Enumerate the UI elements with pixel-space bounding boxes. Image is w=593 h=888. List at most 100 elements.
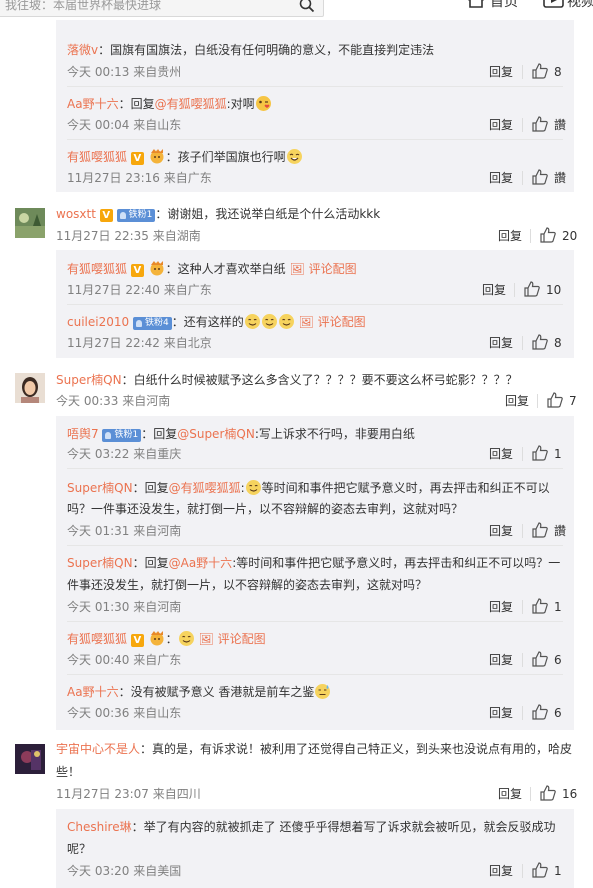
mention-link[interactable]: @Aa野十六 xyxy=(169,556,233,570)
smile-emoji-icon xyxy=(245,480,261,495)
avatar[interactable] xyxy=(15,373,45,403)
divider xyxy=(522,864,523,878)
reply-button[interactable]: 回复 xyxy=(482,282,506,298)
reply-text-line2: 吗？一件事还没发生，就打倒一片，以不容辩解的姿态去审判，这就对吗？ xyxy=(67,502,464,516)
like-count: 讚 xyxy=(554,524,567,538)
comment-image-label: 评论配图 xyxy=(217,632,266,646)
divider xyxy=(67,674,563,675)
like-count: 8 xyxy=(554,336,562,350)
username-link[interactable]: 有狐嘤狐狐 xyxy=(67,262,127,276)
username-link[interactable]: 落微v xyxy=(67,43,98,57)
username-link[interactable]: Aa野十六 xyxy=(67,97,119,111)
reply-button[interactable]: 回复 xyxy=(489,863,513,879)
like-count: 7 xyxy=(569,394,577,408)
reply-text: Aa野十六：没有被赋予意义 香港就是前车之鉴 xyxy=(67,683,331,700)
thumbs-up-icon xyxy=(547,392,563,408)
reply-button[interactable]: 回复 xyxy=(489,64,513,80)
username-link[interactable]: 唔舆7 xyxy=(67,427,99,441)
top-bar: 首页 视频 xyxy=(0,0,593,20)
divider xyxy=(522,171,523,185)
comment-image-link[interactable]: 🖼 评论配图 xyxy=(299,315,366,329)
thumbs-up-icon xyxy=(532,334,548,350)
divider xyxy=(522,118,523,132)
reply-content: ：孩子们举国旗也行啊 xyxy=(165,150,286,164)
like-count: 6 xyxy=(554,706,562,720)
fan-badge-icon xyxy=(150,631,164,646)
username-link[interactable]: Super楠QN xyxy=(67,556,133,570)
sweat-emoji-icon xyxy=(315,684,331,699)
timestamp: 今天 03:20 来自美国 xyxy=(67,864,182,878)
verified-badge-icon: V xyxy=(130,634,144,647)
like-count: 1 xyxy=(554,447,562,461)
reply-button[interactable]: 回复 xyxy=(489,335,513,351)
search-icon[interactable] xyxy=(299,0,315,13)
username-link[interactable]: Super楠QN xyxy=(56,373,122,387)
username-link[interactable]: 宇宙中心不是人 xyxy=(56,742,140,756)
divider xyxy=(67,545,563,546)
username-link[interactable]: Aa野十六 xyxy=(67,685,119,699)
comment-content: ：白纸什么时候被赋予这么多含义了？？？？要不要这么杯弓蛇影？？？？ xyxy=(121,373,518,387)
username-link[interactable]: 有狐嘤狐狐 xyxy=(67,150,127,164)
comment-image-link[interactable]: 🖼 评论配图 xyxy=(290,262,357,276)
comment-text-line2: 些！ xyxy=(56,765,81,779)
video-icon xyxy=(543,0,564,8)
username-link[interactable]: cuilei2010 xyxy=(67,315,129,329)
comment-text: Super楠QN：白纸什么时候被赋予这么多含义了？？？？要不要这么杯弓蛇影？？？… xyxy=(56,372,518,388)
reply-button[interactable]: 回复 xyxy=(489,446,513,462)
nav-home[interactable]: 首页 xyxy=(466,0,526,10)
reply-button[interactable]: 回复 xyxy=(505,393,529,409)
reply-text: 有狐嘤狐狐 V ： 🖼 评论配图 xyxy=(67,630,266,647)
divider xyxy=(514,283,515,297)
reply-button[interactable]: 回复 xyxy=(489,599,513,615)
reply-button[interactable]: 回复 xyxy=(489,117,513,133)
thumbs-up-icon xyxy=(540,227,556,243)
divider xyxy=(522,524,523,538)
home-icon xyxy=(468,0,484,8)
mention-link[interactable]: @有狐嘤狐狐 xyxy=(155,97,227,111)
timestamp: 今天 00:13 来自贵州 xyxy=(67,65,182,79)
username-link[interactable]: Cheshire琳 xyxy=(67,820,132,834)
reply-text-line2: 件事还没发生，就打倒一片，以不容辩解的姿态去审判，这就对吗？ xyxy=(67,578,428,592)
thumbs-up-icon xyxy=(532,522,548,538)
username-link[interactable]: wosxtt xyxy=(56,207,96,221)
fan-badge-icon xyxy=(150,149,164,164)
reply-panel: 有狐嘤狐狐 V ：这种人才喜欢举白纸 🖼 评论配图 11月27日 22:40 来… xyxy=(56,250,574,358)
reply-button[interactable]: 回复 xyxy=(489,523,513,539)
divider xyxy=(522,336,523,350)
nav-video[interactable]: 视频 xyxy=(543,0,593,10)
reply-text: Super楠QN：回复@有狐嘤狐狐: 等时间和事件把它赋予意义时，再去抨击和纠正不… xyxy=(67,479,550,496)
reply-content: ：举了有内容的就被抓走了 还傻乎乎得想着写了诉求就会被听见，就会反驳成功 xyxy=(131,820,556,834)
smile-emoji-icon xyxy=(278,314,294,329)
timestamp: 今天 00:40 来自广东 xyxy=(67,653,182,667)
smile-emoji-icon xyxy=(244,314,260,329)
divider xyxy=(522,600,523,614)
timestamp: 今天 01:30 来自河南 xyxy=(67,600,182,614)
timestamp: 11月27日 23:16 来自广东 xyxy=(67,171,212,185)
reply-button[interactable]: 回复 xyxy=(489,170,513,186)
reply-prefix: ：回复 xyxy=(132,481,169,495)
username-link[interactable]: Super楠QN xyxy=(67,481,133,495)
reply-panel: 落微v：国旗有国旗法，白纸没有任何明确的意义，不能直接判定违法 今天 00:13… xyxy=(56,20,574,192)
reply-button[interactable]: 回复 xyxy=(498,786,522,802)
search-input[interactable] xyxy=(5,0,285,14)
nav-video-label: 视频 xyxy=(567,0,593,10)
divider xyxy=(530,229,531,243)
reply-panel: Cheshire琳：举了有内容的就被抓走了 还傻乎乎得想着写了诉求就会被听见，就… xyxy=(56,809,574,888)
username-link[interactable]: 有狐嘤狐狐 xyxy=(67,632,127,646)
reply-content: ：这种人才喜欢举白纸 xyxy=(165,262,286,276)
reply-button[interactable]: 回复 xyxy=(489,705,513,721)
reply-text-line2: 呢？ xyxy=(67,842,92,856)
like-count: 20 xyxy=(562,229,578,243)
reply-content: :写上诉求不行吗，非要用白纸 xyxy=(254,427,415,441)
fan-badge-icon xyxy=(150,261,164,276)
reply-button[interactable]: 回复 xyxy=(498,228,522,244)
avatar[interactable] xyxy=(15,744,45,774)
search-box[interactable] xyxy=(0,0,324,17)
reply-button[interactable]: 回复 xyxy=(489,652,513,668)
mention-link[interactable]: @Super楠QN xyxy=(177,427,255,441)
mention-link[interactable]: @有狐嘤狐狐 xyxy=(169,481,241,495)
divider xyxy=(67,139,563,140)
avatar[interactable] xyxy=(15,208,45,238)
comment-image-link[interactable]: 🖼 评论配图 xyxy=(199,632,266,646)
like-count: 讚 xyxy=(554,118,567,132)
